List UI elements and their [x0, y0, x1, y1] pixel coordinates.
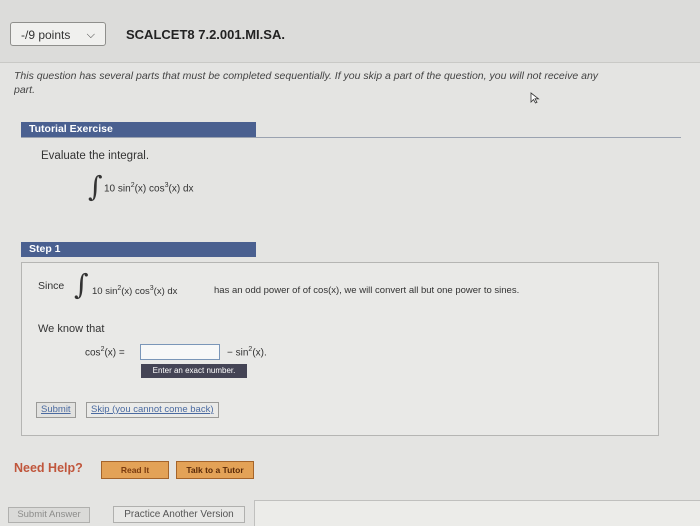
input-hint-tooltip: Enter an exact number.: [141, 364, 247, 378]
points-dropdown[interactable]: -/9 points ⌵: [10, 22, 106, 46]
practice-another-version-button[interactable]: Practice Another Version: [113, 506, 245, 523]
since-explanation: has an odd power of of cos(x), we will c…: [214, 285, 520, 296]
tutorial-integrand: 10 sin2(x) cos3(x) dx: [104, 182, 194, 195]
question-header-bar: -/9 points ⌵ SCALCET8 7.2.001.MI.SA.: [0, 0, 700, 63]
step-1-header: Step 1: [21, 242, 256, 257]
intro-line-1: This question has several parts that mus…: [14, 70, 599, 82]
points-label: -/9 points: [21, 28, 71, 42]
we-know-label: We know that: [38, 323, 105, 335]
bottom-panel: [254, 500, 700, 526]
question-id: SCALCET8 7.2.001.MI.SA.: [126, 27, 285, 42]
since-label: Since: [38, 280, 65, 292]
read-it-button[interactable]: Read It: [101, 461, 169, 479]
identity-rhs: − sin2(x).: [227, 346, 267, 359]
tutorial-exercise-header: Tutorial Exercise: [21, 122, 256, 137]
answer-input[interactable]: [140, 344, 220, 360]
step-submit-button[interactable]: Submit: [36, 402, 76, 418]
step-integral-sign: ∫: [74, 268, 89, 301]
integral-sign: ∫: [88, 170, 103, 203]
chevron-down-icon: ⌵: [86, 29, 95, 41]
submit-answer-button[interactable]: Submit Answer: [8, 507, 90, 523]
intro-text: This question has several parts that mus…: [14, 69, 698, 97]
need-help-label: Need Help?: [14, 461, 83, 475]
intro-line-2: part.: [14, 84, 36, 96]
tutorial-instruction: Evaluate the integral.: [41, 150, 150, 162]
skip-button[interactable]: Skip (you cannot come back): [86, 402, 219, 418]
tutorial-divider: [21, 137, 681, 138]
mouse-cursor-icon: [530, 92, 540, 107]
talk-to-tutor-button[interactable]: Talk to a Tutor: [176, 461, 254, 479]
identity-lhs: cos2(x) =: [85, 346, 125, 359]
step-integrand: 10 sin2(x) cos3(x) dx: [92, 285, 178, 298]
